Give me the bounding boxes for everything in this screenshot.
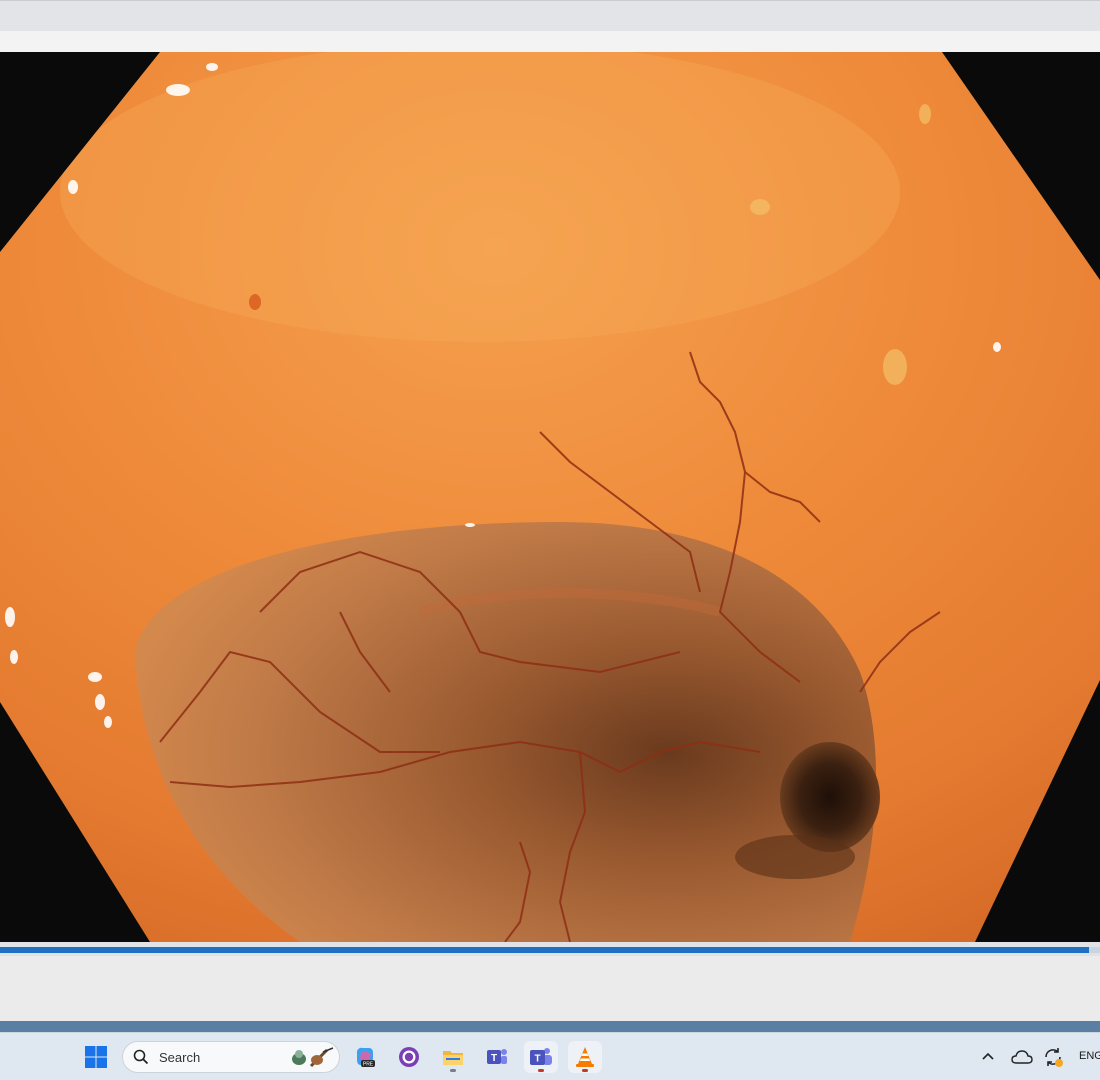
search-icon [133, 1049, 149, 1065]
video-frame[interactable] [0, 52, 1100, 942]
copilot-icon: PRE [357, 1047, 375, 1068]
input-language-indicator[interactable]: ENG [1079, 1050, 1100, 1062]
chevron-up-icon[interactable] [980, 1049, 996, 1063]
running-indicator [538, 1069, 544, 1072]
svg-text:T: T [491, 1053, 497, 1064]
running-indicator [450, 1069, 456, 1072]
seek-bar[interactable] [0, 942, 1100, 956]
github-icon [399, 1047, 419, 1067]
file-explorer-app[interactable] [436, 1041, 470, 1073]
menu-strip [0, 31, 1100, 52]
microsoft-teams-app[interactable]: T [524, 1041, 558, 1073]
copilot-preview-app[interactable]: PRE [348, 1041, 382, 1073]
svg-text:T: T [534, 1054, 540, 1065]
window-title-bar [0, 0, 1100, 31]
microsoft-teams-classic-app[interactable]: T [480, 1041, 514, 1073]
vlc-media-player-app[interactable] [568, 1041, 602, 1073]
search-placeholder: Search [159, 1050, 201, 1065]
svg-text:PRE: PRE [363, 1062, 374, 1068]
teams-classic-icon: T [487, 1049, 507, 1064]
github-desktop-app[interactable] [392, 1041, 426, 1073]
windows-start-button[interactable] [84, 1045, 108, 1069]
taskbar: Search PRE T T ENG [0, 1032, 1100, 1080]
taskbar-search-box[interactable]: Search [122, 1041, 340, 1073]
running-indicator [582, 1069, 588, 1072]
windows-logo-icon [85, 1046, 107, 1068]
vlc-cone-icon [576, 1047, 594, 1067]
endoscopy-video-image [0, 52, 1100, 942]
search-highlight-icon [292, 1047, 334, 1068]
desktop-background-strip [0, 1021, 1100, 1032]
seek-bar-progress [0, 947, 1089, 953]
onedrive-cloud-icon[interactable] [1011, 1048, 1033, 1066]
folder-icon [443, 1051, 463, 1065]
sync-icon[interactable] [1042, 1046, 1064, 1068]
player-controls-panel [0, 956, 1100, 1021]
teams-icon: T [530, 1048, 552, 1065]
